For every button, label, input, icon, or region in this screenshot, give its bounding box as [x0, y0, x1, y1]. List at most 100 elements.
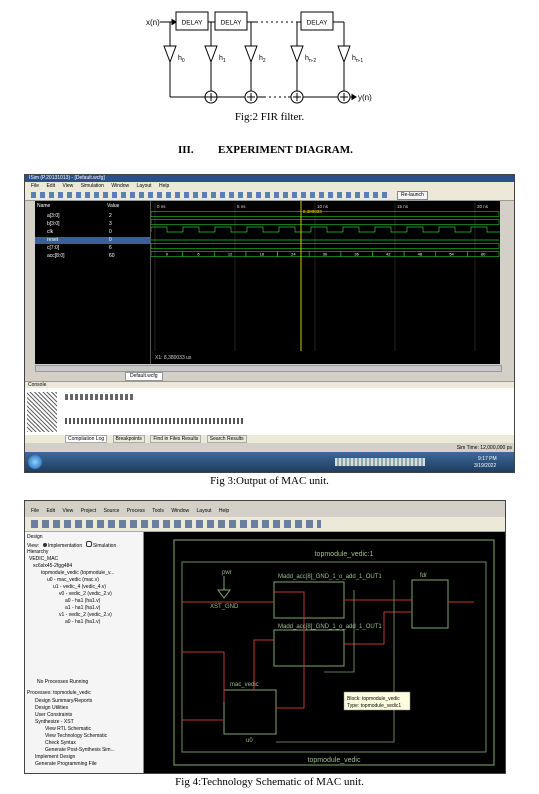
start-button-icon[interactable]	[28, 455, 42, 469]
tap-label-n2: hn-2	[305, 55, 316, 64]
tab-compilation-log[interactable]: Compilation Log	[65, 435, 108, 443]
pwr-label: pwr	[222, 570, 232, 576]
simulation-label: Simulation	[92, 543, 117, 549]
gnd-label: XST_GND	[210, 604, 239, 610]
signal-name: clk	[47, 229, 54, 235]
acc-value-label: 60	[481, 252, 486, 257]
schematic-top-title: topmodule_vedic:1	[315, 551, 374, 558]
signal-name: a[3:0]	[47, 213, 60, 219]
section-title: EXPERIMENT DIAGRAM.	[218, 144, 353, 156]
relaunch-label: Re-launch	[401, 192, 424, 198]
process-item[interactable]: Generate Programming File	[35, 761, 97, 767]
signal-row[interactable]: c[7:0] 6	[35, 245, 150, 252]
simulation-radio[interactable]	[85, 541, 92, 547]
process-item[interactable]: Implement Design	[35, 754, 75, 760]
tree-item[interactable]: v0 - vedic_2 (vedic_2.v)	[59, 591, 112, 597]
wcfg-tab[interactable]: Default.wcfg	[125, 372, 163, 381]
signal-name: acc[8:0]	[47, 253, 65, 259]
fir-input-label: x(n)	[146, 18, 160, 27]
waveform-panel: Name Value a[3:0] 2 b[3:0] 3 clk 0 reset 0 c[7:0…	[35, 201, 500, 364]
tooltip-block: Block: topmodule_vedic	[347, 696, 400, 702]
tree-item[interactable]: topmodule_vedic (topmodule_v...	[41, 570, 114, 576]
clock-date: 3/19/2022	[474, 463, 497, 469]
signal-value: 60	[109, 253, 115, 259]
bus-trace	[151, 211, 500, 217]
signal-row[interactable]: clk 0	[35, 229, 150, 236]
menu-view[interactable]: View	[62, 183, 73, 189]
fir-output-label: y(n)	[358, 93, 372, 102]
ise-menu-source[interactable]: Source	[104, 508, 120, 514]
ise-menu-project[interactable]: Project	[81, 508, 97, 514]
tree-item[interactable]: VEDIC_MAC	[29, 556, 58, 562]
console-text-block	[65, 418, 245, 424]
signal-row[interactable]: a[3:0] 2	[35, 213, 150, 220]
taskbar-apps	[51, 456, 271, 468]
tab-search-results[interactable]: Search Results	[206, 435, 247, 443]
signal-value: 0	[109, 237, 112, 243]
implementation-label: Implementation	[47, 543, 83, 549]
ise-screenshot: File Edit View Project Source Process To…	[24, 500, 506, 774]
signal-row[interactable]: reset 0	[35, 237, 150, 244]
isim-title-bar: ISim (P.20131013) - [Default.wcfg]	[25, 175, 514, 182]
tree-item[interactable]: xc6slx45-2fgg484	[33, 563, 72, 569]
process-item[interactable]: Check Syntax	[45, 740, 76, 746]
horizontal-scrollbar[interactable]	[35, 365, 502, 372]
acc-value-label: 54	[449, 252, 454, 257]
menu-simulation[interactable]: Simulation	[81, 183, 104, 189]
tree-item[interactable]: a1 - ha1 (ha1.v)	[65, 605, 100, 611]
process-item[interactable]: Design Utilities	[35, 705, 68, 711]
tap-label-2: h2	[259, 55, 266, 64]
clock-time: 9:17 PM	[478, 456, 497, 462]
fig2-caption: Fig:2 FIR filter.	[234, 111, 305, 123]
console-noise	[27, 392, 57, 432]
menu-file[interactable]: File	[31, 183, 39, 189]
tree-item[interactable]: u0 - mac_vedic (mac.v)	[47, 577, 99, 583]
process-item[interactable]: Synthesize - XST	[35, 719, 74, 725]
relaunch-button[interactable]: Re-launch	[397, 191, 428, 200]
design-label: Design	[27, 534, 43, 540]
signal-value: 2	[109, 213, 112, 219]
time-tick-label: 15 ns	[397, 204, 409, 209]
tree-item[interactable]: u1 - vedic_4 (vedic_4.v)	[53, 584, 106, 590]
ise-menu-window[interactable]: Window	[171, 508, 189, 514]
delay-label-1: DELAY	[182, 20, 203, 27]
signal-row[interactable]: acc[8:0] 60	[35, 253, 150, 260]
clk-trace	[151, 226, 500, 233]
bus-trace	[151, 243, 500, 249]
process-item[interactable]: View RTL Schematic	[45, 726, 91, 732]
ise-menu-edit[interactable]: Edit	[46, 508, 55, 514]
process-item[interactable]: View Technology Schematic	[45, 733, 107, 739]
delay-label-2: DELAY	[221, 20, 242, 27]
process-item[interactable]: User Constraints	[35, 712, 72, 718]
menu-window[interactable]: Window	[111, 183, 129, 189]
tab-find-in-files[interactable]: Find in Files Results	[150, 435, 202, 443]
tab-breakpoints[interactable]: Breakpoints	[112, 435, 145, 443]
menu-help[interactable]: Help	[159, 183, 169, 189]
tree-item[interactable]: v1 - vedic_2 (vedic_2.v)	[59, 612, 112, 618]
process-item[interactable]: Generate Post-Synthesis Sim...	[45, 747, 115, 753]
signal-row[interactable]: b[3:0] 3	[35, 221, 150, 228]
ise-menu-process[interactable]: Process	[127, 508, 145, 514]
isim-toolbar: Re-launch	[25, 190, 514, 201]
ise-menu-file[interactable]: File	[31, 508, 39, 514]
acc-value-label: 12	[228, 252, 233, 257]
wcfg-tab-label: Default.wcfg	[130, 373, 158, 379]
tooltip-type: Type: topmodule_vedic1	[347, 703, 401, 709]
implementation-radio[interactable]	[42, 543, 47, 547]
isim-screenshot: ISim (P.20131013) - [Default.wcfg] File …	[24, 174, 515, 473]
ise-menu-tools[interactable]: Tools	[152, 508, 164, 514]
ise-menu-help[interactable]: Help	[219, 508, 229, 514]
tree-item[interactable]: a0 - ha1 (ha1.v)	[65, 598, 100, 604]
tree-item[interactable]: a0 - ha1 (ha1.v)	[65, 619, 100, 625]
waveform-area: 0 ns 5 ns 10 ns 15 ns 20 ns8,380033 0 6 12 18 24…	[151, 201, 500, 351]
ise-menu-layout[interactable]: Layout	[197, 508, 212, 514]
ise-menu-view[interactable]: View	[62, 508, 73, 514]
fdr-label: fdr	[420, 573, 427, 579]
cursor-readout: X1: 8,380033 us	[155, 355, 192, 361]
menu-edit[interactable]: Edit	[46, 183, 55, 189]
signal-value: 6	[109, 245, 112, 251]
menu-layout[interactable]: Layout	[137, 183, 152, 189]
process-item[interactable]: Design Summary/Reports	[35, 698, 92, 704]
view-row: View: Implementation Simulation	[27, 541, 116, 549]
signal-value: 0	[109, 229, 112, 235]
